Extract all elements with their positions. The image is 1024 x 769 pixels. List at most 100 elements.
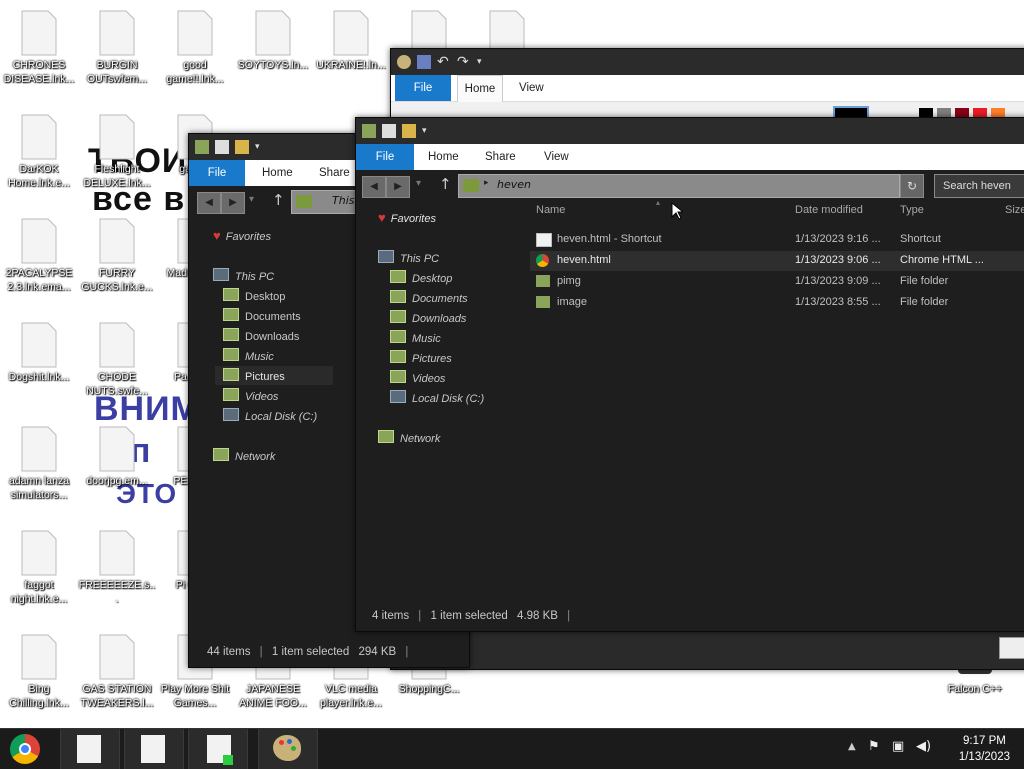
redo-icon[interactable]: ↷ bbox=[457, 55, 471, 69]
nav-pictures[interactable]: Pictures bbox=[390, 350, 452, 365]
desktop-icon[interactable]: Bing Chilling.lnk... bbox=[0, 634, 78, 728]
explorer-window-front[interactable]: ▾ File Home Share View ◀ ▶ ▾ ↑ ▸ heven ↻… bbox=[355, 117, 1024, 632]
taskbar-paint-button[interactable] bbox=[258, 729, 318, 769]
column-header-type[interactable]: Type bbox=[900, 204, 924, 216]
properties-icon[interactable] bbox=[215, 140, 229, 154]
taskbar-app-button[interactable] bbox=[188, 729, 248, 769]
file-type: File folder bbox=[900, 296, 949, 308]
desktop-icon[interactable]: DarKOK Home.lnk.e... bbox=[0, 114, 78, 210]
tab-file[interactable]: File bbox=[356, 144, 414, 170]
tab-home[interactable]: Home bbox=[428, 144, 459, 170]
tab-view[interactable]: View bbox=[519, 75, 544, 101]
save-icon[interactable] bbox=[417, 55, 431, 69]
nav-desktop[interactable]: Desktop bbox=[390, 270, 452, 285]
tab-view[interactable]: View bbox=[544, 144, 569, 170]
nav-local-disk[interactable]: Local Disk (C:) bbox=[390, 390, 484, 405]
nav-documents[interactable]: Documents bbox=[223, 308, 301, 323]
tab-file[interactable]: File bbox=[189, 160, 245, 186]
column-header-date[interactable]: Date modified bbox=[795, 204, 863, 216]
undo-icon[interactable]: ↶ bbox=[437, 55, 451, 69]
taskbar-app-button[interactable] bbox=[60, 729, 120, 769]
column-header-name[interactable]: Name bbox=[536, 204, 565, 216]
desktop-icon[interactable]: good game!!.lnk... bbox=[156, 10, 234, 106]
search-input[interactable]: Search heven bbox=[934, 174, 1024, 198]
column-header-size[interactable]: Size bbox=[1005, 204, 1024, 216]
nav-downloads[interactable]: Downloads bbox=[390, 310, 466, 325]
nav-network[interactable]: Network bbox=[213, 448, 275, 463]
desktop-icon[interactable]: SOYTOYS.ln... bbox=[234, 10, 312, 106]
new-folder-icon[interactable] bbox=[402, 124, 416, 138]
table-row[interactable]: heven.html 1/13/2023 9:06 ... Chrome HTM… bbox=[530, 251, 1024, 271]
desktop-icon[interactable]: Fleshlight DELUXE.lnk... bbox=[78, 114, 156, 210]
volume-icon[interactable]: ◀) bbox=[916, 739, 931, 754]
new-folder-icon[interactable] bbox=[235, 140, 249, 154]
start-button[interactable] bbox=[0, 729, 58, 769]
tab-share[interactable]: Share bbox=[319, 160, 350, 186]
paint-palette-icon bbox=[273, 735, 301, 761]
desktop-icon[interactable]: CHODE NUTS.swfe... bbox=[78, 322, 156, 418]
up-arrow-icon[interactable]: ↑ bbox=[439, 175, 452, 193]
taskbar-app-button[interactable] bbox=[124, 729, 184, 769]
tab-home[interactable]: Home bbox=[457, 75, 503, 102]
chrome-start-icon bbox=[10, 734, 40, 764]
forward-button[interactable]: ▶ bbox=[386, 176, 410, 198]
nav-this-pc[interactable]: This PC bbox=[378, 250, 439, 265]
back-button[interactable]: ◀ bbox=[362, 176, 386, 198]
nav-music[interactable]: Music bbox=[223, 348, 274, 363]
nav-local-disk[interactable]: Local Disk (C:) bbox=[223, 408, 317, 423]
desktop-icon[interactable]: Dogshit.lnk... bbox=[0, 322, 78, 418]
desktop-icon[interactable]: doorjpg.em... bbox=[78, 426, 156, 522]
table-row[interactable]: heven.html - Shortcut 1/13/2023 9:16 ...… bbox=[530, 230, 1024, 250]
paint-titlebar[interactable]: ↶ ↷ ▾ bbox=[391, 49, 1024, 75]
nav-videos[interactable]: Videos bbox=[390, 370, 445, 385]
desktop-icon[interactable]: FREEEEEZE.s... bbox=[78, 530, 156, 626]
back-button[interactable]: ◀ bbox=[197, 192, 221, 214]
up-arrow-icon[interactable]: ↑ bbox=[272, 191, 285, 209]
desktop-icon[interactable]: GAS STATION TWEAKERS.l... bbox=[78, 634, 156, 728]
music-icon bbox=[390, 330, 406, 343]
nav-pictures[interactable]: Pictures bbox=[215, 366, 333, 385]
address-bar[interactable]: ▸ heven bbox=[458, 174, 900, 198]
desktop-icon[interactable]: BURGIN OUTswfem... bbox=[78, 10, 156, 106]
tab-home[interactable]: Home bbox=[262, 160, 293, 186]
clock[interactable]: 9:17 PM 1/13/2023 bbox=[959, 733, 1010, 765]
nav-favorites[interactable]: ♥ Favorites bbox=[378, 210, 436, 225]
recent-dropdown-icon[interactable]: ▾ bbox=[416, 178, 421, 189]
nav-documents[interactable]: Documents bbox=[390, 290, 468, 305]
explorer-front-titlebar[interactable]: ▾ bbox=[356, 118, 1024, 144]
forward-button[interactable]: ▶ bbox=[221, 192, 245, 214]
zoom-box[interactable] bbox=[999, 637, 1024, 659]
table-row[interactable]: pimg 1/13/2023 9:09 ... File folder bbox=[530, 272, 1024, 292]
tab-file[interactable]: File bbox=[395, 75, 451, 101]
nav-desktop[interactable]: Desktop bbox=[223, 288, 285, 303]
desktop-icon[interactable]: FURRY GUCKS.lnk.e... bbox=[78, 218, 156, 314]
table-row[interactable]: image 1/13/2023 8:55 ... File folder bbox=[530, 293, 1024, 313]
refresh-button[interactable]: ↻ bbox=[900, 174, 924, 198]
sort-arrow-icon: ▴ bbox=[656, 198, 661, 207]
file-name: heven.html - Shortcut bbox=[557, 233, 662, 245]
nav-favorites[interactable]: ♥ Favorites bbox=[213, 228, 271, 243]
nav-this-pc[interactable]: This PC bbox=[213, 268, 274, 283]
paint-app-icon[interactable] bbox=[397, 55, 411, 69]
disk-icon bbox=[223, 408, 239, 421]
properties-icon[interactable] bbox=[382, 124, 396, 138]
chevron-down-icon[interactable]: ▾ bbox=[477, 55, 491, 69]
desktop-icon[interactable]: faggot night.lnk.e... bbox=[0, 530, 78, 626]
show-hidden-icons-icon[interactable]: ▲ bbox=[848, 741, 856, 752]
network-icon[interactable]: ▣ bbox=[892, 739, 904, 754]
selected-size: 294 KB bbox=[358, 646, 397, 658]
nav-music[interactable]: Music bbox=[390, 330, 441, 345]
recent-dropdown-icon[interactable]: ▾ bbox=[249, 194, 254, 205]
desktop-icon[interactable]: 2PACALYPSE 2.3.lnk.ema... bbox=[0, 218, 78, 314]
nav-downloads[interactable]: Downloads bbox=[223, 328, 299, 343]
desktop-icon[interactable]: CHRONES DISEASE.lnk... bbox=[0, 10, 78, 106]
desktop-icon[interactable]: adamn lanza simulators... bbox=[0, 426, 78, 522]
chevron-down-icon[interactable]: ▾ bbox=[255, 140, 269, 154]
nav-videos[interactable]: Videos bbox=[223, 388, 278, 403]
action-center-flag-icon[interactable]: ⚑ bbox=[868, 739, 880, 754]
tab-share[interactable]: Share bbox=[485, 144, 516, 170]
desktop-icon[interactable]: UKRAINE!.ln... bbox=[312, 10, 390, 106]
folder-icon bbox=[463, 179, 479, 192]
nav-network[interactable]: Network bbox=[378, 430, 440, 445]
chevron-down-icon[interactable]: ▾ bbox=[422, 124, 436, 138]
